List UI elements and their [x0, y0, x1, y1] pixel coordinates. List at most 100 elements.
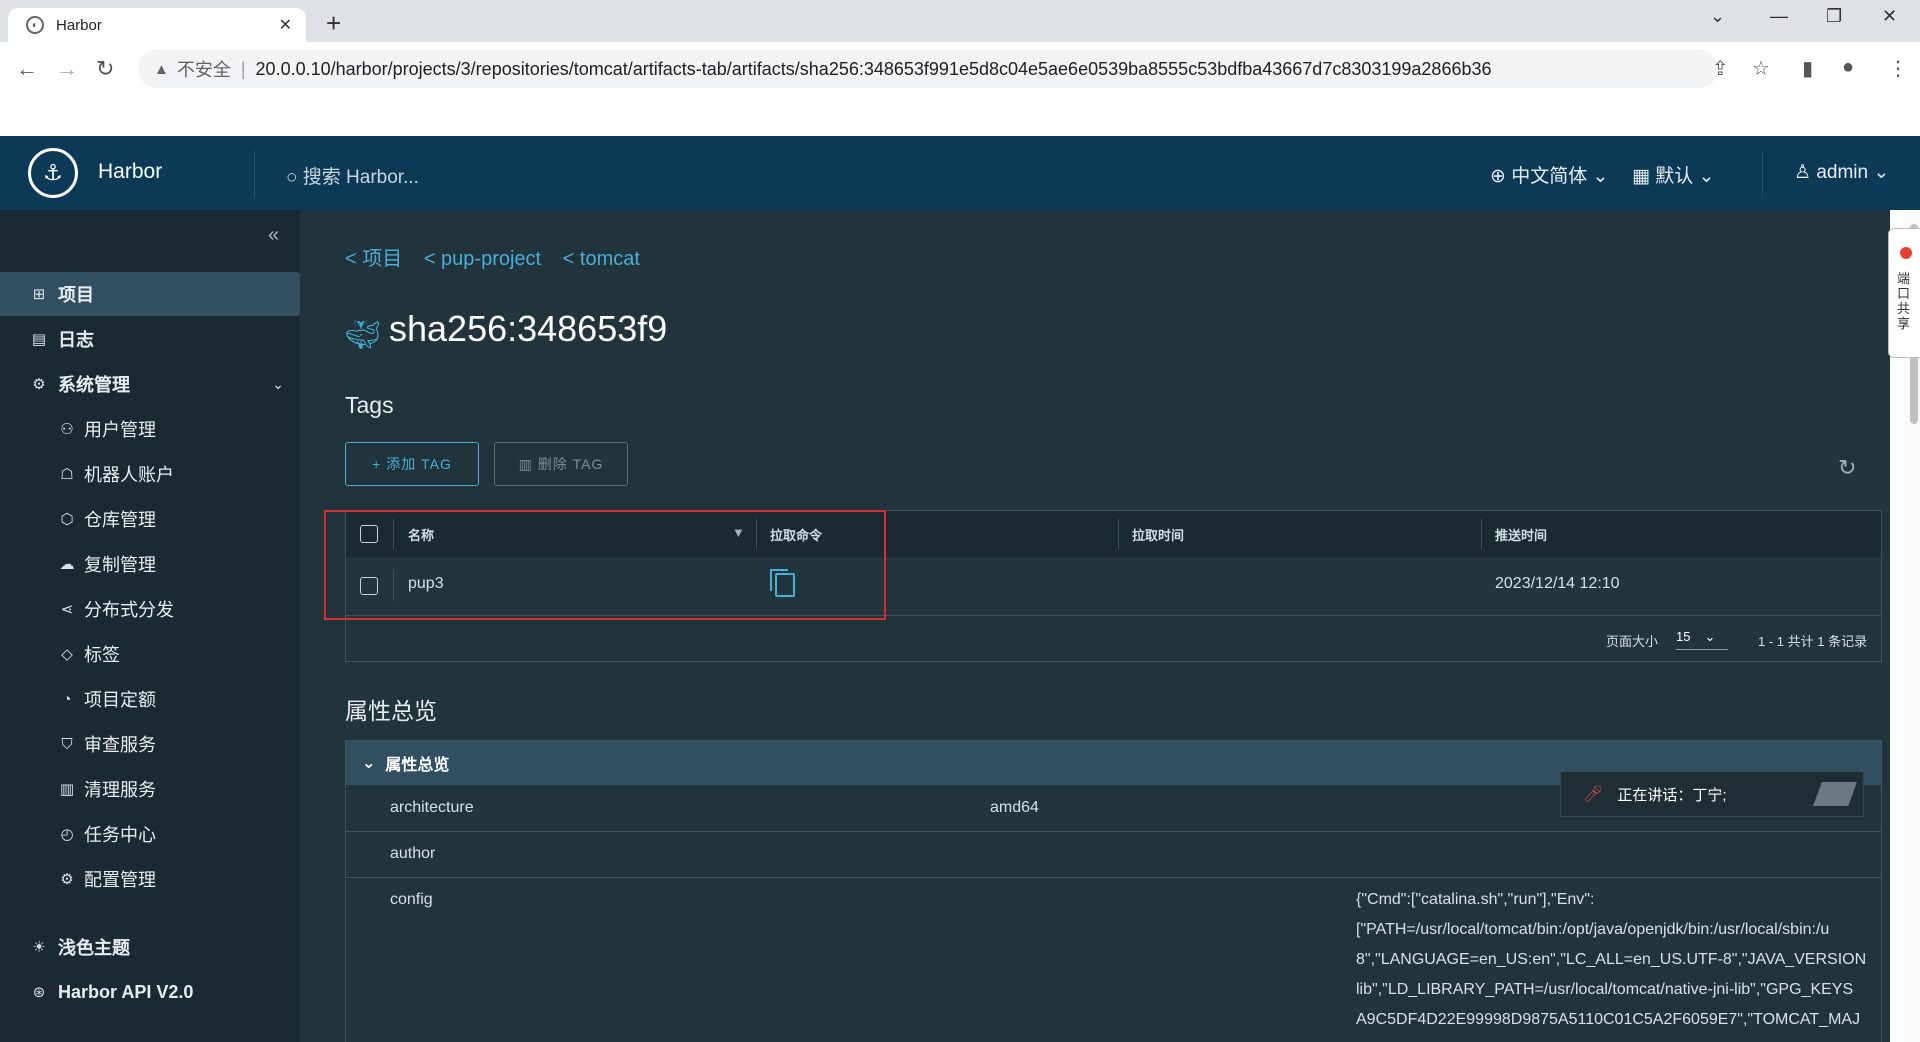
attribute-key: architecture: [390, 799, 474, 816]
chevron-down-icon: ⌄: [272, 375, 284, 392]
highlight-box: [324, 510, 886, 620]
language-selector[interactable]: ⊕ 中文简体 ⌄: [1490, 161, 1608, 188]
chevron-down-icon: ⌄: [1704, 629, 1716, 644]
bookmark-star-icon[interactable]: ☆: [1752, 56, 1770, 81]
global-search-input[interactable]: ○ 搜索 Harbor...: [286, 162, 419, 189]
attribute-row: config {"Cmd":["catalina.sh","run"],"Env…: [346, 877, 1881, 1042]
breadcrumb-pup-project[interactable]: < pup-project: [424, 248, 541, 270]
sun-icon: ☀: [32, 939, 46, 956]
header-divider: [1762, 150, 1763, 198]
harbor-logo-icon[interactable]: ⚓: [28, 148, 78, 198]
user-icon: ♙: [1794, 162, 1817, 183]
side-panel-icon[interactable]: ▮: [1802, 56, 1813, 81]
config-line: 8","LANGUAGE=en_US:en","LC_ALL=en_US.UTF…: [1356, 951, 1867, 968]
share-icon[interactable]: ⇪: [1712, 56, 1729, 81]
user-menu[interactable]: ♙ admin ⌄: [1794, 161, 1889, 184]
browser-menu-icon[interactable]: ⋮: [1888, 56, 1908, 81]
tab-close-icon[interactable]: ✕: [279, 15, 292, 35]
push-time: 2023/12/14 12:10: [1495, 575, 1620, 592]
microphone-muted-icon: 🎤︎: [1583, 786, 1604, 803]
breadcrumb-tomcat[interactable]: < tomcat: [563, 248, 640, 270]
breadcrumb-projects[interactable]: < 项目: [345, 248, 402, 270]
sidebar-item-label: 配置管理: [84, 870, 156, 890]
audio-level-icon: [1813, 782, 1857, 806]
chevron-down-icon: ⌄: [1587, 166, 1609, 187]
new-tab-button[interactable]: +: [326, 8, 341, 39]
browser-tab[interactable]: ◐ Harbor ✕: [8, 8, 306, 42]
tag-icon: ◇: [61, 646, 73, 663]
tab-search-chevron-icon[interactable]: ⌄: [1710, 6, 1725, 27]
sidebar-item-distributions[interactable]: ⋖ 分布式分发: [0, 587, 300, 631]
page-size-label: 页面大小: [1606, 634, 1659, 649]
profile-icon[interactable]: ●: [1842, 56, 1854, 79]
pagination-summary: 1 - 1 共计 1 条记录: [1758, 634, 1868, 649]
brand-name[interactable]: Harbor: [98, 160, 162, 184]
sidebar-item-users[interactable]: ⚇ 用户管理: [0, 407, 300, 451]
projects-icon: ⊞: [32, 286, 46, 303]
sidebar-item-replications[interactable]: ☁ 复制管理: [0, 542, 300, 586]
datetime-format-selector[interactable]: ▦ 默认 ⌄: [1632, 161, 1714, 188]
sidebar-item-label: 项目定额: [84, 690, 156, 710]
delete-tag-label: 删除 TAG: [537, 456, 604, 472]
sidebar-item-job-service[interactable]: ◴ 任务中心: [0, 812, 300, 856]
add-tag-button[interactable]: + 添加 TAG: [345, 442, 479, 486]
forward-icon[interactable]: →: [56, 56, 78, 82]
sidebar-item-clean-up[interactable]: ▥ 清理服务: [0, 767, 300, 811]
sidebar-item-interrogation[interactable]: ⛉ 审查服务: [0, 722, 300, 766]
sidebar-item-configuration[interactable]: ⚙ 配置管理: [0, 857, 300, 901]
quota-icon: ◔: [62, 690, 72, 708]
header-divider: [254, 150, 255, 198]
url-text[interactable]: 20.0.0.10/harbor/projects/3/repositories…: [256, 59, 1492, 80]
status-dot-icon: [1900, 247, 1912, 259]
trash-icon: ▥: [518, 455, 538, 472]
sidebar-item-administration[interactable]: ⚙ 系统管理 ⌄: [0, 362, 300, 406]
url-bar[interactable]: ▲ 不安全 | 20.0.0.10/harbor/projects/3/repo…: [138, 50, 1718, 88]
logs-icon: ▤: [31, 331, 47, 348]
sidebar-item-labels[interactable]: ◇ 标签: [0, 632, 300, 676]
address-bar-row: ← → ↻ ▲ 不安全 | 20.0.0.10/harbor/projects/…: [0, 42, 1920, 96]
robot-icon: ☖: [60, 466, 74, 483]
breadcrumb: < 项目 < pup-project < tomcat: [345, 242, 656, 271]
attribute-row: author: [346, 831, 1881, 878]
light-theme-toggle[interactable]: ☀ 浅色主题: [0, 925, 300, 969]
gear-icon: ⚙: [60, 871, 74, 888]
reload-icon[interactable]: ↻: [96, 56, 114, 82]
sidebar-item-projects[interactable]: ⊞ 项目: [0, 272, 300, 316]
back-icon[interactable]: ←: [16, 56, 38, 82]
restore-icon[interactable]: ❐: [1826, 6, 1842, 27]
sidebar-item-label: 分布式分发: [84, 600, 174, 620]
attributes-panel-title: 属性总览: [385, 757, 450, 774]
port-share-panel[interactable]: 端口共享: [1888, 228, 1920, 358]
users-icon: ⚇: [60, 421, 74, 438]
column-pull-time[interactable]: 拉取时间: [1132, 525, 1184, 544]
speaking-text: 正在讲话：丁宁;: [1617, 786, 1727, 804]
app-header: ⚓ Harbor ○ 搜索 Harbor... ⊕ 中文简体 ⌄ ▦ 默认 ⌄ …: [0, 136, 1920, 210]
attribute-key: config: [390, 891, 433, 908]
delete-tag-button[interactable]: ▥ 删除 TAG: [494, 442, 628, 486]
tags-heading: Tags: [345, 392, 394, 418]
sidebar-item-label: 机器人账户: [84, 465, 174, 485]
shield-icon: ⛉: [61, 735, 73, 753]
browser-tab-strip: ◐ Harbor ✕ + ⌄ — ❐ ✕: [0, 0, 1920, 42]
docker-whale-icon: 🐳︎: [345, 319, 381, 350]
insecure-label[interactable]: 不安全: [177, 56, 231, 82]
sidebar-item-quotas[interactable]: ◔ 项目定额: [0, 677, 300, 721]
sidebar-item-label: 任务中心: [84, 825, 156, 845]
sidebar-item-registries[interactable]: ⬡ 仓库管理: [0, 497, 300, 541]
globe-icon: ⊕: [1490, 166, 1512, 187]
page-size-select[interactable]: 15 ⌄: [1676, 629, 1728, 650]
refresh-icon[interactable]: ↻: [1838, 455, 1856, 481]
sidebar-item-robot-accounts[interactable]: ☖ 机器人账户: [0, 452, 300, 496]
sidebar-item-logs[interactable]: ▤ 日志: [0, 317, 300, 361]
sidebar-item-label: 复制管理: [84, 555, 156, 575]
search-placeholder: 搜索 Harbor...: [302, 167, 419, 188]
warning-icon[interactable]: ▲: [154, 61, 169, 78]
tab-title: Harbor: [56, 16, 102, 34]
username: admin: [1816, 162, 1869, 183]
minimize-icon[interactable]: —: [1770, 6, 1788, 27]
harbor-api-link[interactable]: ⊛ Harbor API V2.0: [0, 970, 300, 1014]
column-push-time[interactable]: 推送时间: [1495, 525, 1547, 544]
window-close-icon[interactable]: ✕: [1882, 6, 1897, 27]
collapse-sidebar-icon[interactable]: «: [268, 224, 279, 247]
config-line: ["PATH=/usr/local/tomcat/bin:/opt/java/o…: [1356, 921, 1830, 938]
